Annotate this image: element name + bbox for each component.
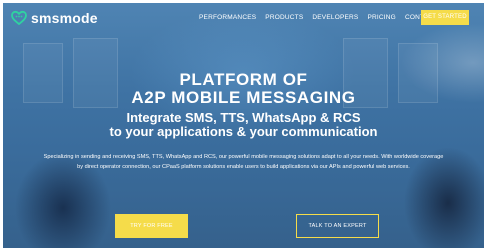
hero-title-line2: A2P MOBILE MESSAGING: [131, 88, 356, 107]
get-started-button[interactable]: GET STARTED: [421, 10, 469, 25]
nav-item-pricing[interactable]: PRICING: [367, 14, 396, 22]
nav-item-performances[interactable]: PERFORMANCES: [199, 14, 256, 22]
nav-item-developers[interactable]: DEVELOPERS: [312, 14, 358, 22]
talk-to-expert-button[interactable]: TALK TO AN EXPERT: [296, 214, 379, 238]
main-menu: PERFORMANCES PRODUCTS DEVELOPERS PRICING…: [199, 14, 437, 22]
nav-item-products[interactable]: PRODUCTS: [265, 14, 303, 22]
hero-subtitle-line2: to your applications & your communicatio…: [109, 124, 378, 139]
brand-name: smsmode: [31, 10, 98, 26]
try-for-free-button[interactable]: TRY FOR FREE: [115, 214, 188, 238]
hero-title-line1: PLATFORM OF: [179, 70, 308, 89]
hero-subtitle-line1: Integrate SMS, TTS, WhatsApp & RCS: [126, 110, 361, 125]
hero-description: Specializing in sending and receiving SM…: [43, 154, 444, 170]
hero-section: smsmode PERFORMANCES PRODUCTS DEVELOPERS…: [3, 3, 484, 248]
top-navigation: smsmode PERFORMANCES PRODUCTS DEVELOPERS…: [3, 3, 484, 33]
heart-logo-icon: [11, 10, 27, 26]
brand-logo[interactable]: smsmode: [11, 10, 98, 26]
